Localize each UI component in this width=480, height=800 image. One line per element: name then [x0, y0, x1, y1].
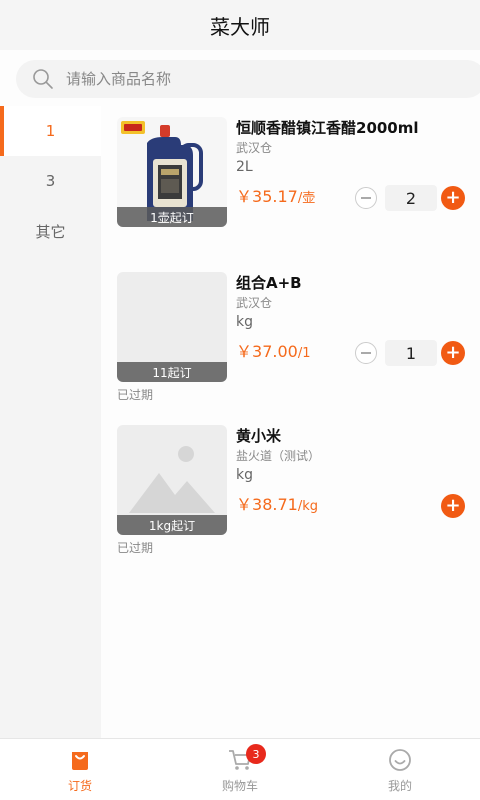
product-spec: 2L	[236, 159, 253, 175]
order-bag-icon	[67, 747, 93, 773]
currency-symbol: ￥	[236, 495, 253, 514]
sidebar-item-1[interactable]: 1	[0, 106, 101, 156]
bottom-tab-bar: 订货 购物车 3 我的	[0, 738, 480, 800]
tab-label: 购物车	[221, 778, 258, 793]
tab-order[interactable]: 订货	[0, 739, 160, 800]
search-input[interactable]	[66, 70, 426, 88]
add-button[interactable]: +	[441, 186, 465, 210]
search-icon	[32, 68, 54, 90]
price-unit: /1	[297, 346, 311, 361]
product-warehouse: 盐火道（测试）	[236, 449, 321, 463]
plus-icon: +	[445, 342, 461, 363]
add-button[interactable]: +	[441, 494, 465, 518]
product-card[interactable]: 11起订 已过期 组合A+B 武汉仓 kg ￥37.00/1 1 +	[117, 272, 467, 402]
product-image[interactable]: 1壶起订	[117, 117, 227, 227]
product-list: 1壶起订 恒顺香醋镇江香醋2000ml 武汉仓 2L ￥35.17/壶 2 + …	[101, 106, 480, 738]
product-spec: kg	[236, 314, 253, 330]
tab-cart[interactable]: 购物车 3	[160, 739, 320, 800]
product-image[interactable]: 1kg起订	[117, 425, 227, 535]
currency-symbol: ￥	[236, 342, 253, 361]
product-name: 恒顺香醋镇江香醋2000ml	[236, 119, 419, 137]
category-sidebar: 1 3 其它	[0, 106, 101, 738]
product-warehouse: 武汉仓	[236, 296, 273, 310]
expired-label: 已过期	[117, 541, 154, 555]
product-spec: kg	[236, 467, 253, 483]
product-card[interactable]: 1kg起订 已过期 黄小米 盐火道（测试） kg ￥38.71/kg +	[117, 425, 467, 555]
product-name: 组合A+B	[236, 274, 302, 292]
tab-label: 订货	[67, 778, 92, 793]
price-value: 35.17	[252, 187, 298, 206]
search-box[interactable]	[16, 60, 480, 98]
sidebar-item-label: 3	[45, 172, 56, 190]
product-price: ￥35.17/壶	[236, 183, 315, 207]
decrease-button[interactable]	[355, 187, 377, 209]
add-button[interactable]: +	[441, 341, 465, 365]
price-value: 37.00	[252, 342, 298, 361]
search-bar	[0, 50, 480, 106]
sidebar-item-label: 1	[45, 122, 56, 140]
currency-symbol: ￥	[236, 187, 253, 206]
quantity-stepper: 1 +	[355, 340, 465, 366]
quantity-value[interactable]: 1	[385, 340, 437, 366]
product-price: ￥37.00/1	[236, 338, 310, 362]
sidebar-item-label: 其它	[35, 222, 66, 241]
quantity-stepper: 2 +	[355, 185, 465, 211]
page-header: 菜大师	[0, 0, 480, 50]
product-name: 黄小米	[236, 427, 282, 445]
moq-label: 1壶起订	[117, 207, 227, 227]
quantity-value[interactable]: 2	[385, 185, 437, 211]
product-price: ￥38.71/kg	[236, 491, 318, 515]
sidebar-item-3[interactable]: 3	[0, 156, 101, 206]
moq-label: 11起订	[117, 362, 227, 382]
tab-label: 我的	[387, 778, 412, 793]
sidebar-item-other[interactable]: 其它	[0, 206, 101, 256]
page-title: 菜大师	[210, 14, 270, 39]
expired-label: 已过期	[117, 388, 154, 402]
product-image[interactable]: 11起订	[117, 272, 227, 382]
price-unit: /壶	[297, 191, 316, 206]
product-warehouse: 武汉仓	[236, 141, 273, 155]
moq-label: 1kg起订	[117, 515, 227, 535]
plus-icon: +	[445, 187, 461, 208]
decrease-button[interactable]	[355, 342, 377, 364]
smile-face-icon	[387, 747, 413, 773]
tab-mine[interactable]: 我的	[320, 739, 480, 800]
product-card[interactable]: 1壶起订 恒顺香醋镇江香醋2000ml 武汉仓 2L ￥35.17/壶 2 +	[117, 117, 467, 237]
plus-icon: +	[445, 495, 461, 516]
cart-count-badge: 3	[246, 744, 266, 764]
price-unit: /kg	[297, 499, 318, 514]
price-value: 38.71	[252, 495, 298, 514]
